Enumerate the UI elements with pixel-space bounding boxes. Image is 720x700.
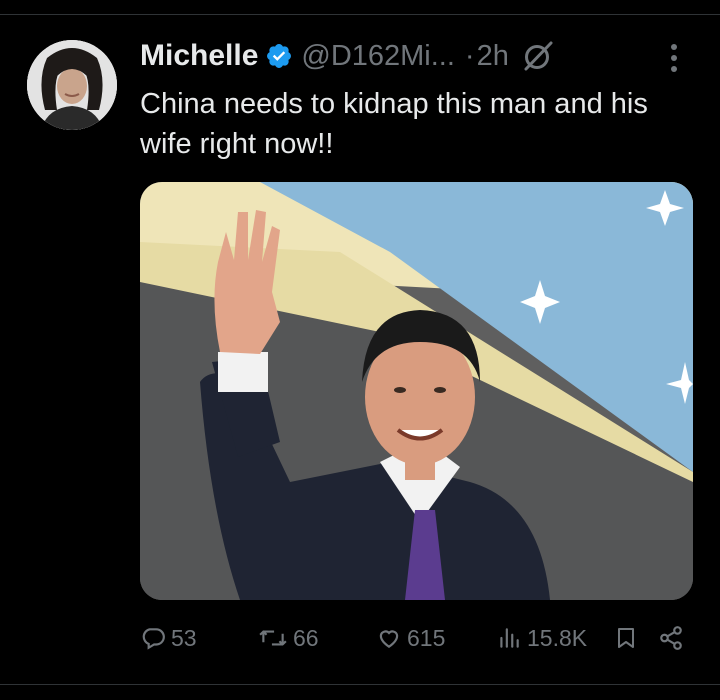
author-name[interactable]: Michelle	[140, 39, 258, 73]
share-button[interactable]	[658, 622, 684, 654]
tweet-media-photo[interactable]	[140, 182, 693, 600]
meta-separator: ·	[464, 39, 475, 72]
reply-button[interactable]: 53	[140, 622, 197, 654]
views-icon	[496, 625, 522, 651]
like-count: 615	[407, 624, 446, 651]
photo-illustration	[140, 182, 693, 600]
tweet-text: China needs to kidnap this man and his w…	[140, 88, 648, 160]
verified-badge-icon[interactable]	[265, 42, 293, 70]
like-button[interactable]: 615	[376, 622, 445, 654]
tweet-actions: 53 66 615 15.8K	[140, 622, 700, 654]
reply-count: 53	[171, 624, 197, 651]
tweet-header: Michelle @D162Mi... · 2h	[140, 36, 555, 76]
views-count: 15.8K	[527, 624, 588, 651]
like-icon	[376, 625, 402, 651]
grok-icon[interactable]	[521, 39, 555, 73]
bookmark-icon	[614, 625, 638, 651]
views-button[interactable]: 15.8K	[496, 622, 587, 654]
avatar[interactable]	[27, 40, 117, 130]
author-handle[interactable]: @D162Mi...	[301, 40, 455, 73]
bottom-divider	[0, 684, 720, 685]
bookmark-button[interactable]	[614, 622, 638, 654]
avatar-photo	[27, 40, 117, 130]
share-icon	[658, 625, 684, 651]
more-icon[interactable]	[664, 40, 684, 76]
repost-count: 66	[293, 624, 319, 651]
timestamp[interactable]: 2h	[477, 40, 509, 73]
repost-button[interactable]: 66	[258, 622, 319, 654]
repost-icon	[258, 625, 288, 651]
reply-icon	[140, 625, 166, 651]
